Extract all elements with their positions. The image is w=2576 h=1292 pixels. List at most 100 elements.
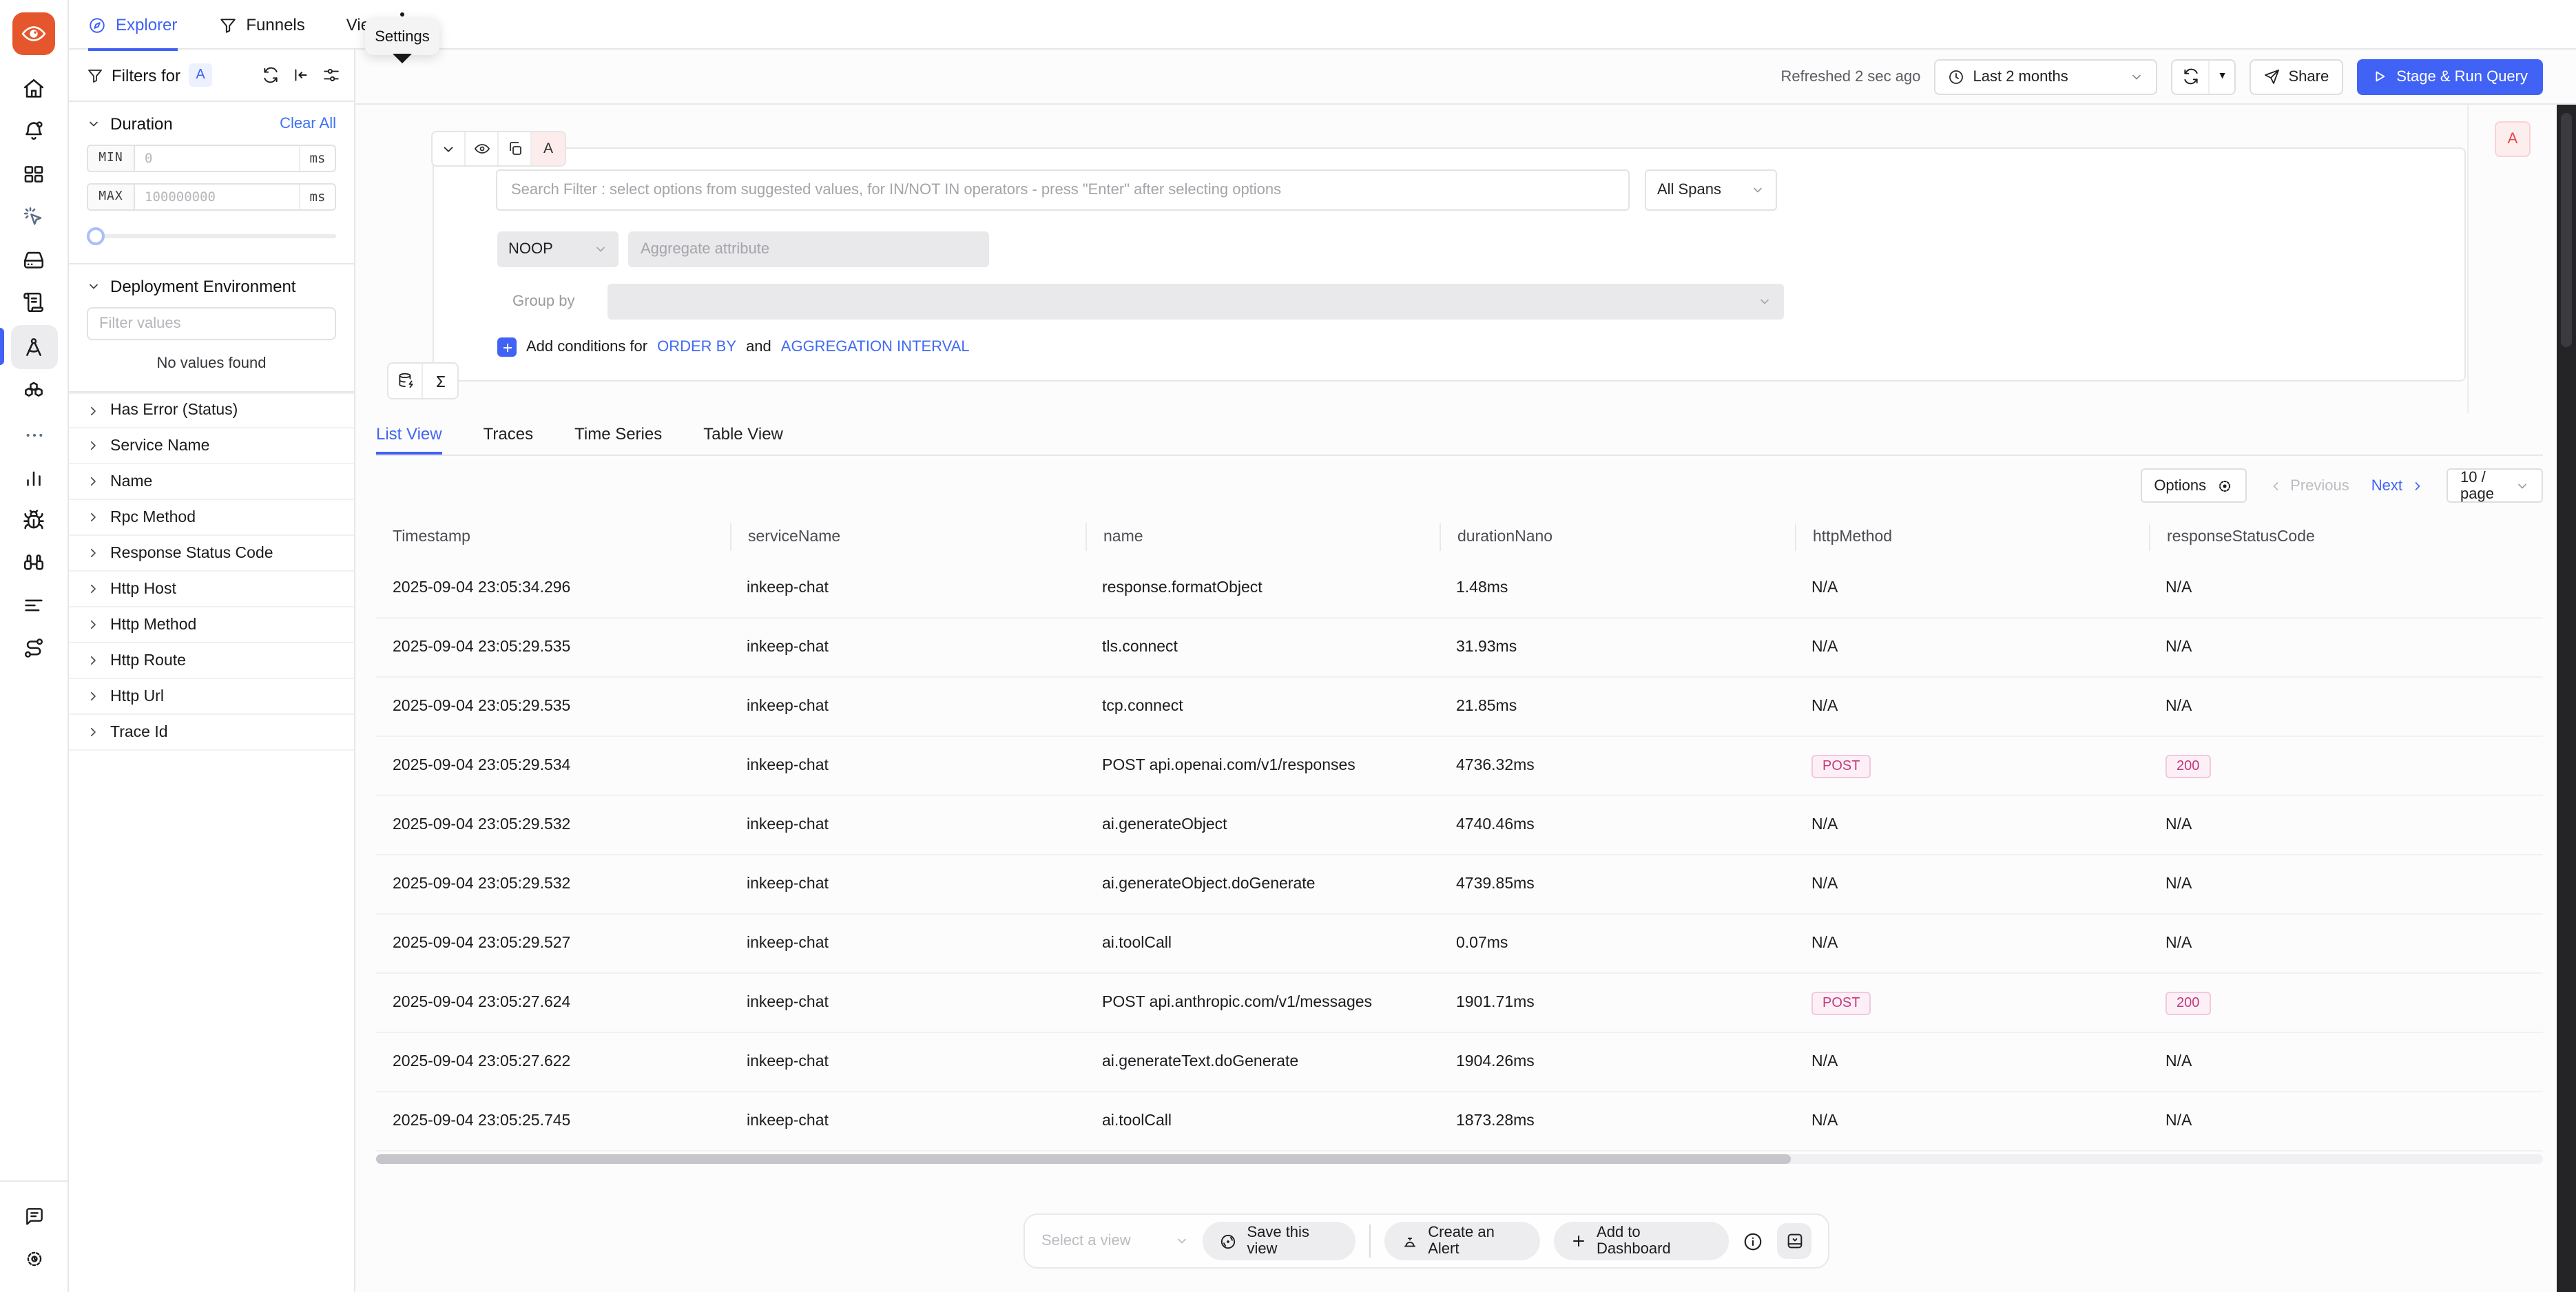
rail-item-integrations[interactable]	[10, 628, 57, 668]
sync-icon[interactable]	[262, 66, 280, 84]
rail-item-pipelines[interactable]	[10, 585, 57, 625]
refresh-caret-button[interactable]: ▼	[2209, 60, 2235, 93]
rail-item-infrastructure[interactable]	[10, 240, 57, 280]
rail-item-logs[interactable]	[10, 282, 57, 322]
toggle-visibility-button[interactable]	[466, 132, 499, 165]
copy-query-button[interactable]	[499, 132, 532, 165]
rail-item-more[interactable]	[10, 415, 57, 455]
attribute-filter-http-method[interactable]: Http Method	[69, 607, 354, 643]
rail-item-get-started[interactable]	[10, 197, 57, 237]
table-row[interactable]: 2025-09-04 23:05:29.532inkeep-chatai.gen…	[376, 796, 2543, 855]
previous-page-button[interactable]: Previous	[2268, 477, 2349, 494]
rail-item-dashboards[interactable]	[10, 154, 57, 194]
formula-button[interactable]	[423, 364, 457, 398]
add-to-dashboard-button[interactable]: Add to Dashboard	[1554, 1222, 1729, 1260]
rail-item-support[interactable]	[10, 1196, 57, 1236]
collapse-query-button[interactable]	[433, 132, 466, 165]
attribute-filter-has-error-status-[interactable]: Has Error (Status)	[69, 393, 354, 428]
table-row[interactable]: 2025-09-04 23:05:29.534inkeep-chatPOST a…	[376, 737, 2543, 796]
slider-handle[interactable]	[87, 227, 105, 245]
chevron-right-icon	[87, 726, 99, 738]
column-header-timestamp[interactable]: Timestamp	[376, 523, 730, 551]
table-row[interactable]: 2025-09-04 23:05:34.296inkeep-chatrespon…	[376, 559, 2543, 618]
attribute-filter-response-status-code[interactable]: Response Status Code	[69, 536, 354, 572]
attribute-filter-name[interactable]: Name	[69, 464, 354, 500]
column-header-name[interactable]: name	[1086, 523, 1440, 551]
order-by-link[interactable]: ORDER BY	[657, 339, 736, 355]
rail-item-messaging-queues[interactable]	[10, 372, 57, 412]
deployment-env-title[interactable]: Deployment Environment	[110, 277, 295, 296]
column-header-httpmethod[interactable]: httpMethod	[1795, 523, 2149, 551]
attribute-filter-http-route[interactable]: Http Route	[69, 643, 354, 679]
save-view-button[interactable]: Save this view	[1203, 1222, 1355, 1260]
aggregate-operator-select[interactable]: NOOP	[497, 231, 619, 267]
cell-span-name: POST api.anthropic.com/v1/messages	[1086, 994, 1440, 1011]
view-tab-table-view[interactable]: Table View	[703, 413, 783, 455]
view-tab-list-view[interactable]: List View	[376, 413, 442, 455]
signoz-logo-icon[interactable]	[12, 12, 55, 55]
duration-title[interactable]: Duration	[110, 114, 173, 134]
duration-slider[interactable]	[87, 223, 336, 248]
search-filter-input[interactable]: Search Filter : select options from sugg…	[496, 169, 1630, 211]
collapse-left-icon[interactable]	[292, 66, 310, 84]
rail-item-exceptions[interactable]	[10, 500, 57, 540]
table-row[interactable]: 2025-09-04 23:05:27.624inkeep-chatPOST a…	[376, 974, 2543, 1033]
page-size-select[interactable]: 10 / page	[2447, 468, 2543, 503]
filter-values-input[interactable]: Filter values	[87, 307, 336, 340]
span-scope-select[interactable]: All Spans	[1645, 169, 1777, 211]
table-row[interactable]: 2025-09-04 23:05:25.745inkeep-chatai.too…	[376, 1092, 2543, 1152]
attribute-filter-service-name[interactable]: Service Name	[69, 428, 354, 464]
table-row[interactable]: 2025-09-04 23:05:27.622inkeep-chatai.gen…	[376, 1033, 2543, 1092]
query-variant-chip-a[interactable]: A	[2495, 121, 2531, 157]
rail-item-alerts[interactable]	[10, 112, 57, 152]
aggregation-interval-link[interactable]: AGGREGATION INTERVAL	[781, 339, 970, 355]
table-row[interactable]: 2025-09-04 23:05:29.532inkeep-chatai.gen…	[376, 855, 2543, 915]
page-scrollbar[interactable]	[2557, 105, 2576, 1292]
attribute-filter-http-url[interactable]: Http Url	[69, 679, 354, 715]
options-button[interactable]: Options	[2140, 468, 2246, 503]
plus-icon[interactable]	[497, 337, 517, 357]
table-row[interactable]: 2025-09-04 23:05:29.535inkeep-chattcp.co…	[376, 678, 2543, 737]
rail-item-settings[interactable]	[10, 1238, 57, 1278]
table-row[interactable]: 2025-09-04 23:05:29.535inkeep-chattls.co…	[376, 618, 2543, 678]
sliders-icon[interactable]	[322, 66, 340, 84]
rail-item-metrics[interactable]	[10, 457, 57, 497]
share-button[interactable]: Share	[2250, 59, 2343, 94]
rail-item-home[interactable]	[10, 69, 57, 109]
query-a-chip[interactable]: A	[189, 63, 212, 87]
view-tab-traces[interactable]: Traces	[484, 413, 533, 455]
column-header-responsestatuscode[interactable]: responseStatusCode	[2149, 523, 2543, 551]
attribute-filter-trace-id[interactable]: Trace Id	[69, 715, 354, 751]
table-row[interactable]: 2025-09-04 23:05:29.527inkeep-chatai.too…	[376, 915, 2543, 974]
query-label-a[interactable]: A	[532, 132, 565, 165]
aggregate-attribute-input[interactable]: Aggregate attribute	[628, 231, 989, 267]
query-builder-button[interactable]	[388, 364, 423, 398]
rail-item-explore[interactable]	[10, 543, 57, 583]
attribute-filter-rpc-method[interactable]: Rpc Method	[69, 500, 354, 536]
page-scrollbar-thumb[interactable]	[2561, 113, 2572, 347]
stage-run-query-button[interactable]: Stage & Run Query	[2356, 59, 2543, 94]
view-tab-time-series[interactable]: Time Series	[574, 413, 662, 455]
duration-min-input[interactable]: MIN 0 ms	[87, 145, 336, 172]
clear-all-link[interactable]: Clear All	[280, 116, 336, 132]
group-by-select[interactable]	[607, 284, 1784, 320]
tab-explorer[interactable]: Explorer	[88, 0, 177, 50]
info-icon[interactable]	[1743, 1231, 1763, 1251]
refresh-button[interactable]	[2173, 60, 2209, 93]
select-view-dropdown[interactable]: Select a view	[1041, 1233, 1189, 1249]
time-range-select[interactable]: Last 2 months	[1935, 59, 2158, 94]
rail-item-traces[interactable]	[10, 325, 57, 369]
chevron-down-icon[interactable]	[87, 117, 101, 131]
scrollbar-thumb[interactable]	[376, 1154, 1791, 1164]
chevron-down-icon[interactable]	[87, 280, 101, 293]
attribute-filter-http-host[interactable]: Http Host	[69, 572, 354, 607]
column-header-durationnano[interactable]: durationNano	[1440, 523, 1795, 551]
duration-max-input[interactable]: MAX 100000000 ms	[87, 183, 336, 211]
column-header-servicename[interactable]: serviceName	[730, 523, 1086, 551]
horizontal-scrollbar[interactable]	[376, 1154, 2543, 1164]
create-alert-button[interactable]: Create an Alert	[1384, 1222, 1540, 1260]
max-unit: ms	[299, 185, 335, 209]
tab-funnels[interactable]: Funnels	[218, 0, 304, 50]
collapse-panel-icon[interactable]	[1777, 1223, 1811, 1259]
next-page-button[interactable]: Next	[2371, 477, 2424, 494]
